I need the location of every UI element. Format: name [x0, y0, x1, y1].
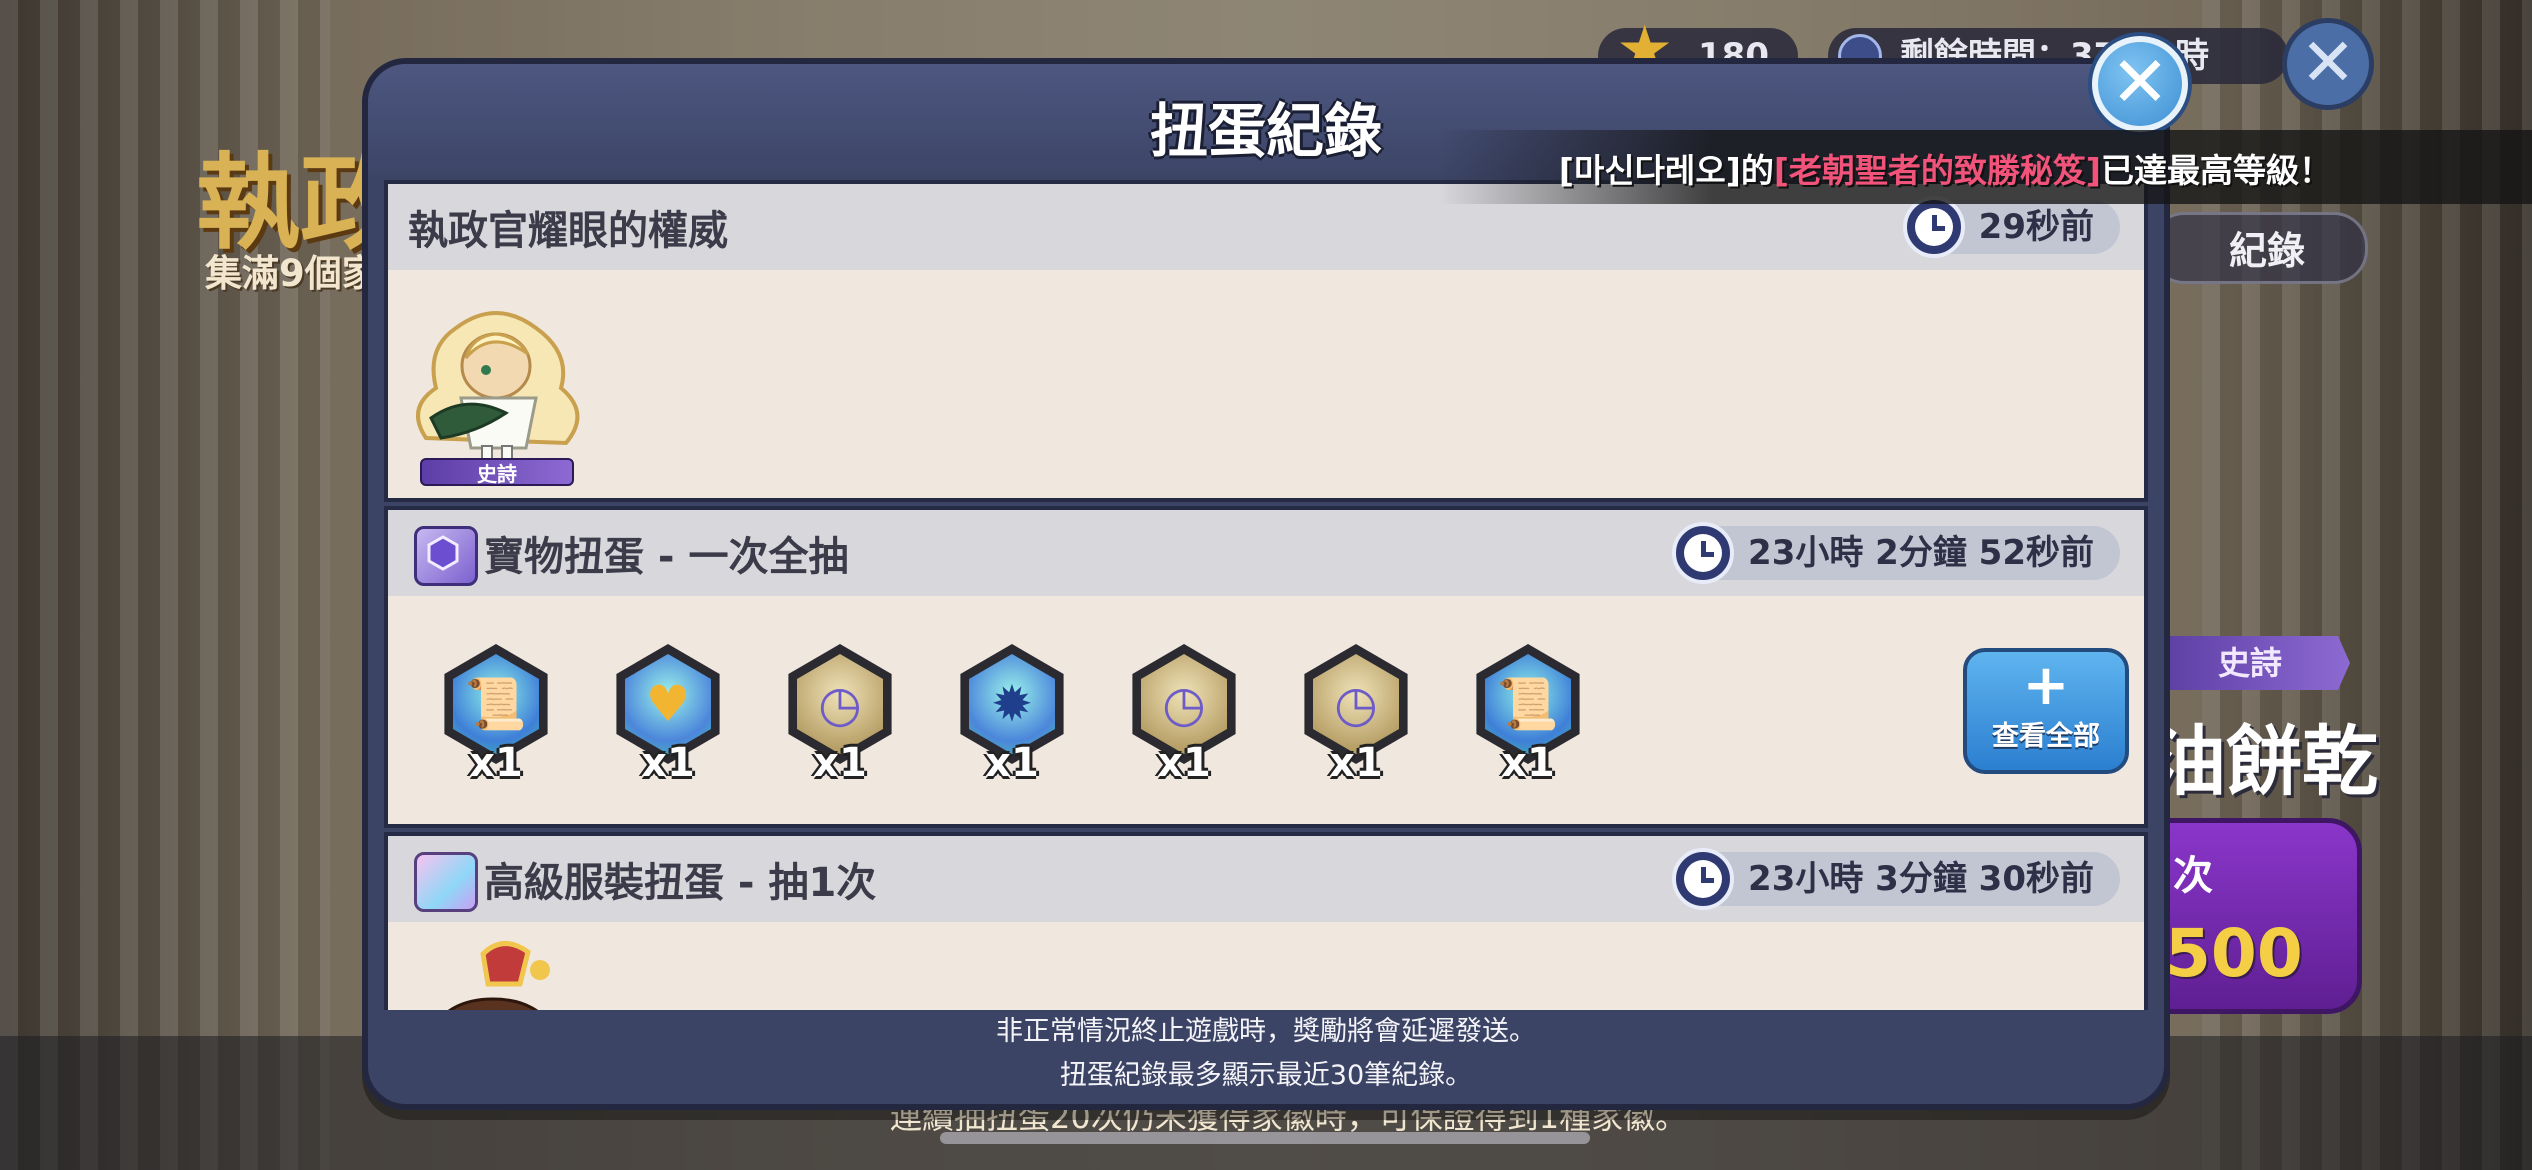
reward-item[interactable]: ◷ x1	[1294, 644, 1418, 786]
record-entry: 執政官耀眼的權威 29秒前 史詩	[384, 180, 2148, 502]
buy-price: 500	[2165, 915, 2303, 992]
record-time: 29秒前	[1978, 207, 2094, 247]
record-time-pill: 23小時 2分鐘 52秒前	[1672, 522, 2120, 584]
background-record-button[interactable]: 紀錄	[2150, 212, 2368, 284]
candy-heart-icon: ♥	[645, 675, 691, 733]
reward-item[interactable]: 📜 x1	[1466, 644, 1590, 786]
record-time: 23小時 3分鐘 30秒前	[1748, 859, 2094, 899]
costume-gacha-icon	[414, 852, 478, 912]
item-quantity: x1	[469, 740, 523, 786]
clock-icon	[1672, 522, 1735, 584]
stopwatch-icon: ◷	[818, 675, 862, 733]
background-cookie-name: 油餅乾	[2150, 717, 2378, 806]
record-header: 寶物扭蛋 - 一次全抽 23小時 2分鐘 52秒前	[388, 510, 2144, 596]
record-title: 高級服裝扭蛋 - 抽1次	[484, 860, 877, 906]
modal-close-button[interactable]: ✕	[2092, 36, 2188, 132]
footer-note-delay: 非正常情況終止遊戲時，獎勵將會延遲發送。	[996, 1016, 1536, 1047]
background-grade-tag: 史詩	[2150, 636, 2350, 690]
pink-scroll-icon: 📜	[1496, 675, 1560, 733]
background-buy-button[interactable]: 次 500	[2150, 818, 2362, 1014]
item-quantity: x1	[813, 740, 867, 786]
notice-item: [老朝聖者的致勝秘笈]	[1773, 151, 2101, 190]
record-title: 執政官耀眼的權威	[408, 208, 728, 254]
notice-connector: 的	[1740, 151, 1774, 190]
buy-label: 次	[2173, 853, 2213, 899]
reward-item[interactable]: ◷ x1	[1122, 644, 1246, 786]
record-time: 23小時 2分鐘 52秒前	[1748, 533, 2094, 573]
background-subtitle: 集滿9個家	[205, 252, 379, 295]
record-entry: 高級服裝扭蛋 - 抽1次 23小時 3分鐘 30秒前	[384, 832, 2148, 1010]
item-quantity: x1	[1501, 740, 1555, 786]
item-quantity: x1	[641, 740, 695, 786]
notice-text: [마신다레오]的[老朝聖者的致勝秘笈]已達最高等級！	[1559, 144, 2332, 192]
reward-item[interactable]: 📜 x1	[434, 644, 558, 786]
record-list[interactable]: 執政官耀眼的權威 29秒前 史詩 寶物扭蛋 - 一次全抽 23小時 2分鐘 52…	[384, 180, 2148, 1010]
notice-suffix: 已達最高等級！	[2101, 151, 2332, 190]
treasure-gacha-icon	[414, 526, 478, 586]
system-notice-banner: [마신다레오]的[老朝聖者的致勝秘笈]已達最高等級！	[1440, 130, 2532, 204]
modal-footer: 非正常情況終止遊戲時，獎勵將會延遲發送。 扭蛋紀錄最多顯示最近30筆紀錄。	[362, 1010, 2170, 1110]
plus-icon: +	[2022, 653, 2070, 718]
reward-item[interactable]: ◷ x1	[778, 644, 902, 786]
costume-item-image[interactable]	[428, 934, 568, 1010]
background-scrollbar	[940, 1132, 1590, 1144]
reward-item[interactable]: ♥ x1	[606, 644, 730, 786]
clock-icon	[1672, 848, 1735, 910]
pink-scroll-icon: 📜	[464, 675, 528, 733]
record-title: 寶物扭蛋 - 一次全抽	[484, 534, 849, 580]
notice-player: [마신다레오]	[1558, 151, 1741, 190]
record-header: 高級服裝扭蛋 - 抽1次 23小時 3分鐘 30秒前	[388, 836, 2144, 922]
background-close-button[interactable]: ✕	[2282, 18, 2374, 110]
record-entry: 寶物扭蛋 - 一次全抽 23小時 2分鐘 52秒前 📜 x1 ♥ x1 ◷ x1	[384, 506, 2148, 828]
view-all-button[interactable]: + 查看全部	[1963, 648, 2129, 774]
footer-note-limit: 扭蛋紀錄最多顯示最近30筆紀錄。	[1059, 1060, 1473, 1091]
record-time-pill: 23小時 3分鐘 30秒前	[1672, 848, 2120, 910]
cookie-character-portrait[interactable]: 史詩	[396, 288, 596, 488]
blue-beast-icon: ✹	[991, 675, 1033, 733]
clock-icon	[1902, 196, 1965, 258]
stopwatch-icon: ◷	[1334, 675, 1378, 733]
record-time-pill: 29秒前	[1902, 196, 2120, 258]
grade-tag: 史詩	[420, 458, 574, 486]
item-quantity: x1	[985, 740, 1039, 786]
item-quantity: x1	[1329, 740, 1383, 786]
reward-item[interactable]: ✹ x1	[950, 644, 1074, 786]
item-quantity: x1	[1157, 740, 1211, 786]
view-all-label: 查看全部	[1992, 721, 2100, 752]
stopwatch-icon: ◷	[1162, 675, 1206, 733]
